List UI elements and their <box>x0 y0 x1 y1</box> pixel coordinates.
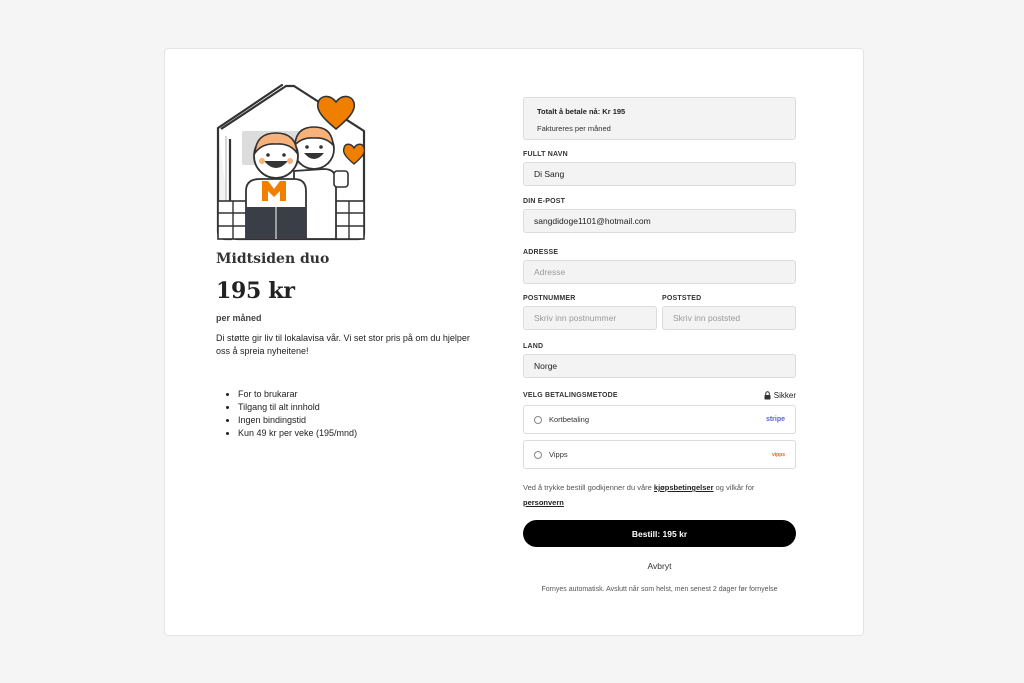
email-label: DIN E-POST <box>523 198 566 205</box>
product-name: Midtsiden duo <box>216 251 330 267</box>
secure-indicator: Sikker <box>764 391 796 400</box>
feature-list: For to brukarar Tilgang til alt innhold … <box>238 388 486 440</box>
purchase-terms-link[interactable]: kjøpsbetingelser <box>654 483 714 492</box>
country-label: LAND <box>523 343 544 350</box>
feature-item: Ingen bindingstid <box>238 414 486 427</box>
postal-code-label: POSTNUMMER <box>523 295 576 302</box>
product-panel: Midtsiden duo 195 kr per måned Di støtte… <box>216 81 486 440</box>
address-input[interactable] <box>523 260 796 284</box>
terms-text: Ved å trykke bestill godkjenner du våre … <box>523 480 796 510</box>
payment-option-label: Kortbetaling <box>549 415 590 424</box>
terms-middle: og vilkår for <box>715 483 755 492</box>
address-label: ADRESSE <box>523 249 559 256</box>
vipps-logo: vipps <box>771 451 785 458</box>
radio-button[interactable] <box>534 415 542 424</box>
feature-item: Tilgang til alt innhold <box>238 401 486 414</box>
postal-row: POSTNUMMER POSTSTED <box>523 295 796 330</box>
country-input[interactable] <box>523 354 796 378</box>
cancel-button[interactable]: Avbryt <box>523 561 796 571</box>
payment-option-vipps[interactable]: Vipps vipps <box>523 440 796 469</box>
city-label: POSTSTED <box>662 295 702 302</box>
checkout-card: Midtsiden duo 195 kr per måned Di støtte… <box>164 48 864 636</box>
lock-icon <box>764 391 771 400</box>
product-price: 195 kr <box>216 278 295 304</box>
mascot-illustration <box>216 83 366 241</box>
checkout-form: Totalt å betale nå: Kr 195 Faktureres pe… <box>523 97 796 593</box>
full-name-label: FULLT NAVN <box>523 151 568 158</box>
order-button[interactable]: Bestill: 195 kr <box>523 520 796 547</box>
total-amount: Totalt å betale nå: Kr 195 <box>537 107 626 116</box>
full-name-input[interactable] <box>523 162 796 186</box>
postal-code-input[interactable] <box>523 306 657 330</box>
order-summary: Totalt å betale nå: Kr 195 Faktureres pe… <box>523 97 796 140</box>
renewal-notice: Fornyes automatisk. Avslutt når som hels… <box>541 586 778 593</box>
privacy-link[interactable]: personvern <box>523 498 564 507</box>
stripe-logo: stripe <box>765 416 785 423</box>
email-input[interactable] <box>523 209 796 233</box>
payment-method-header: VELG BETALINGSMETODE Sikker <box>523 391 796 400</box>
payment-option-card[interactable]: Kortbetaling stripe <box>523 405 796 434</box>
radio-button[interactable] <box>534 450 542 459</box>
price-period: per måned <box>216 313 262 323</box>
product-description: Di støtte gir liv til lokalavisa vår. Vi… <box>216 333 470 356</box>
feature-item: Kun 49 kr per veke (195/mnd) <box>238 427 486 440</box>
payment-option-label: Vipps <box>549 450 568 459</box>
feature-item: For to brukarar <box>238 388 486 401</box>
terms-prefix: Ved å trykke bestill godkjenner du våre <box>523 483 652 492</box>
secure-label: Sikker <box>773 391 796 400</box>
billing-frequency: Faktureres per måned <box>537 124 611 133</box>
city-input[interactable] <box>662 306 796 330</box>
city-group: POSTSTED <box>662 295 796 330</box>
postal-code-group: POSTNUMMER <box>523 295 657 330</box>
payment-method-label: VELG BETALINGSMETODE <box>523 392 618 399</box>
